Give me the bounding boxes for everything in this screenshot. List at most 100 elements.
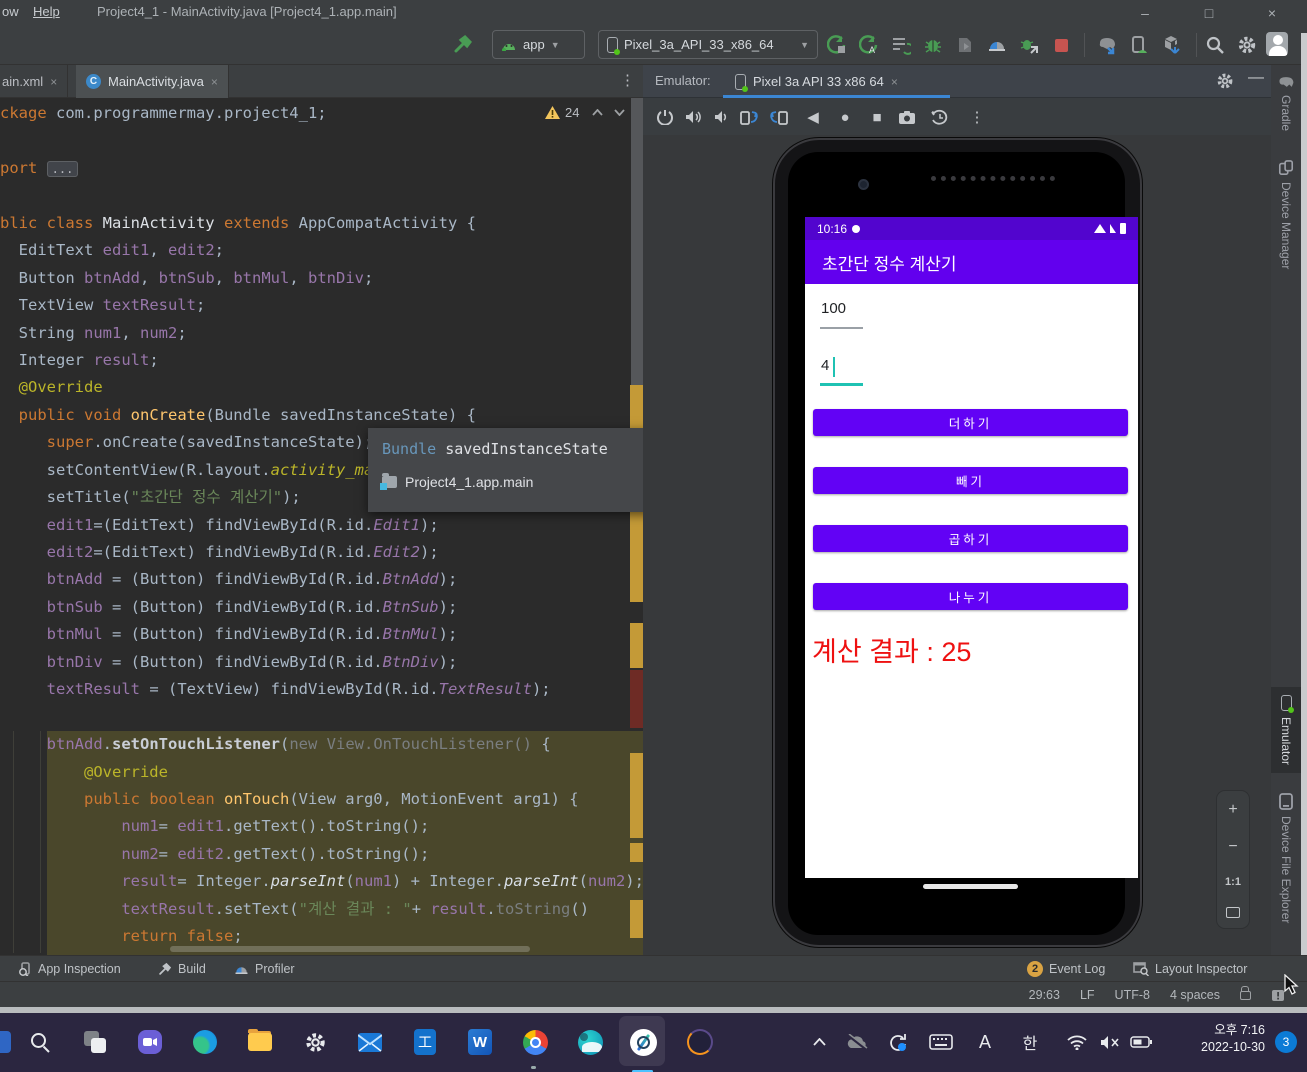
emulator-panel-label: Emulator: [655, 73, 711, 88]
tray-battery-icon[interactable] [1128, 1028, 1154, 1056]
toolwindow-app-inspection[interactable]: App Inspection [18, 956, 121, 982]
toolwindow-build[interactable]: Build [158, 956, 206, 982]
hangul-doc-icon[interactable]: 工 [411, 1028, 439, 1056]
readonly-lock-icon[interactable] [1240, 985, 1251, 1000]
gradle-sync-icon[interactable] [1096, 34, 1118, 56]
tray-wifi-icon[interactable] [1064, 1028, 1090, 1056]
overview-icon[interactable]: ■ [865, 105, 889, 129]
zoom-reset-button[interactable]: 1:1 [1225, 876, 1241, 888]
calc-button-1[interactable]: 빼기 [813, 467, 1128, 494]
user-avatar[interactable] [1266, 32, 1288, 56]
tab-main-xml[interactable]: ain.xml × [0, 65, 69, 98]
sidebar-item-emulator[interactable]: Emulator [1271, 687, 1301, 774]
event-log-button[interactable]: 2 Event Log [1027, 956, 1105, 982]
menu-help[interactable]: Help [33, 4, 60, 19]
notification-badge[interactable]: 3 [1275, 1031, 1297, 1053]
apply-changes-button[interactable]: A [858, 34, 880, 56]
editor-hscrollbar[interactable] [170, 946, 530, 952]
hide-panel-icon[interactable]: — [1248, 69, 1264, 87]
apply-code-changes-button[interactable] [890, 34, 912, 56]
debug-button[interactable] [922, 34, 944, 56]
stop-button[interactable] [1050, 34, 1072, 56]
tray-ime-korean[interactable]: 한 [1017, 1028, 1043, 1056]
profiler-button[interactable] [986, 34, 1008, 56]
close-icon[interactable]: × [50, 75, 57, 89]
warning-stripe-mark [630, 753, 643, 838]
power-icon[interactable] [653, 105, 677, 129]
code-editor[interactable]: ckage com.programmermay.project4_1; port … [0, 98, 643, 955]
whale-browser-icon[interactable] [576, 1028, 604, 1056]
inspections-widget[interactable]: 24 [545, 105, 626, 120]
menu-window-partial[interactable]: ow [2, 4, 19, 19]
phone-screen[interactable]: 10:16 초간단 정수 계산기 100 4 더하기 빼기 곱하기 나누기 계산… [788, 152, 1138, 935]
rotate-left-icon[interactable] [737, 105, 761, 129]
word-icon[interactable]: W [466, 1028, 494, 1056]
maximize-button[interactable]: □ [1192, 2, 1226, 23]
volume-down-icon[interactable] [709, 105, 733, 129]
caret-position[interactable]: 29:63 [1029, 988, 1060, 1002]
tray-clock[interactable]: 오후 7:16 2022-10-30 [1201, 1022, 1265, 1056]
chrome-icon[interactable] [521, 1028, 549, 1056]
more-options-kebab-icon[interactable]: ⋮ [965, 105, 989, 129]
file-explorer-icon[interactable] [246, 1028, 274, 1056]
emulator-settings-gear-icon[interactable] [1216, 72, 1234, 90]
input-field-2[interactable]: 4 [821, 357, 829, 374]
editor-scrollbar-thumb[interactable] [631, 98, 643, 385]
tray-onedrive-icon[interactable] [844, 1028, 870, 1056]
android-studio-icon[interactable] [629, 1028, 657, 1056]
chat-icon[interactable] [136, 1028, 164, 1056]
run-button[interactable] [826, 34, 848, 56]
sidebar-item-gradle[interactable]: Gradle [1271, 75, 1301, 131]
emulator-device-tab[interactable]: Pixel 3a API 33 x86 64 × [735, 65, 898, 98]
notifications-icon[interactable] [1271, 989, 1285, 1002]
sidebar-item-device-manager[interactable]: Device Manager [1271, 160, 1301, 269]
toolwindow-profiler[interactable]: Profiler [234, 956, 295, 982]
close-icon[interactable]: × [211, 75, 218, 89]
run-config-dropdown[interactable]: app ▼ [492, 30, 585, 59]
minimize-button[interactable]: – [1128, 2, 1162, 23]
input-field-1[interactable]: 100 [821, 300, 846, 317]
zoom-out-button[interactable]: − [1228, 838, 1237, 856]
build-hammer-icon[interactable] [452, 34, 474, 56]
start-partial-icon[interactable] [0, 1028, 14, 1056]
sidebar-item-device-file-explorer[interactable]: Device File Explorer [1271, 793, 1301, 923]
screenshot-camera-icon[interactable] [895, 105, 919, 129]
home-icon[interactable]: ● [833, 105, 857, 129]
search-everywhere-icon[interactable] [1204, 34, 1226, 56]
back-icon[interactable]: ◀ [801, 105, 825, 129]
rerun-tests-button[interactable] [1018, 34, 1040, 56]
volume-up-icon[interactable] [681, 105, 705, 129]
zoom-in-button[interactable]: + [1228, 801, 1237, 819]
attach-debugger-icon[interactable] [954, 34, 976, 56]
tray-chevron-up-icon[interactable] [806, 1028, 832, 1056]
tray-volume-muted-icon[interactable] [1097, 1028, 1123, 1056]
settings-gear-icon[interactable] [1236, 34, 1258, 56]
edge-browser-icon[interactable] [191, 1028, 219, 1056]
snapshots-icon[interactable] [927, 105, 951, 129]
eclipse-icon[interactable] [686, 1028, 714, 1056]
tab-mainactivity-java[interactable]: C MainActivity.java × [76, 65, 229, 98]
calc-button-0[interactable]: 더하기 [813, 409, 1128, 436]
tray-ime-english[interactable]: A [972, 1028, 998, 1056]
rotate-right-icon[interactable] [767, 105, 791, 129]
line-separator[interactable]: LF [1080, 988, 1095, 1002]
taskbar-search-icon[interactable] [26, 1028, 54, 1056]
editor-options-kebab-icon[interactable]: ⋮ [620, 71, 635, 89]
device-manager-icon[interactable] [1128, 34, 1150, 56]
tray-sync-icon[interactable] [884, 1028, 910, 1056]
indent-setting[interactable]: 4 spaces [1170, 988, 1220, 1002]
task-view-icon[interactable] [81, 1028, 109, 1056]
close-button[interactable]: × [1255, 2, 1289, 23]
calc-button-2[interactable]: 곱하기 [813, 525, 1128, 552]
close-icon[interactable]: × [891, 75, 898, 89]
calc-button-3[interactable]: 나누기 [813, 583, 1128, 610]
settings-gear-icon[interactable] [301, 1028, 329, 1056]
fit-screen-icon[interactable] [1226, 907, 1240, 919]
gesture-bar[interactable] [923, 884, 1018, 889]
layout-inspector-button[interactable]: Layout Inspector [1133, 956, 1247, 982]
tray-keyboard-icon[interactable] [928, 1028, 954, 1056]
file-encoding[interactable]: UTF-8 [1115, 988, 1150, 1002]
device-dropdown[interactable]: Pixel_3a_API_33_x86_64 ▼ [598, 30, 818, 59]
mail-icon[interactable] [356, 1028, 384, 1056]
sdk-manager-icon[interactable] [1160, 34, 1182, 56]
